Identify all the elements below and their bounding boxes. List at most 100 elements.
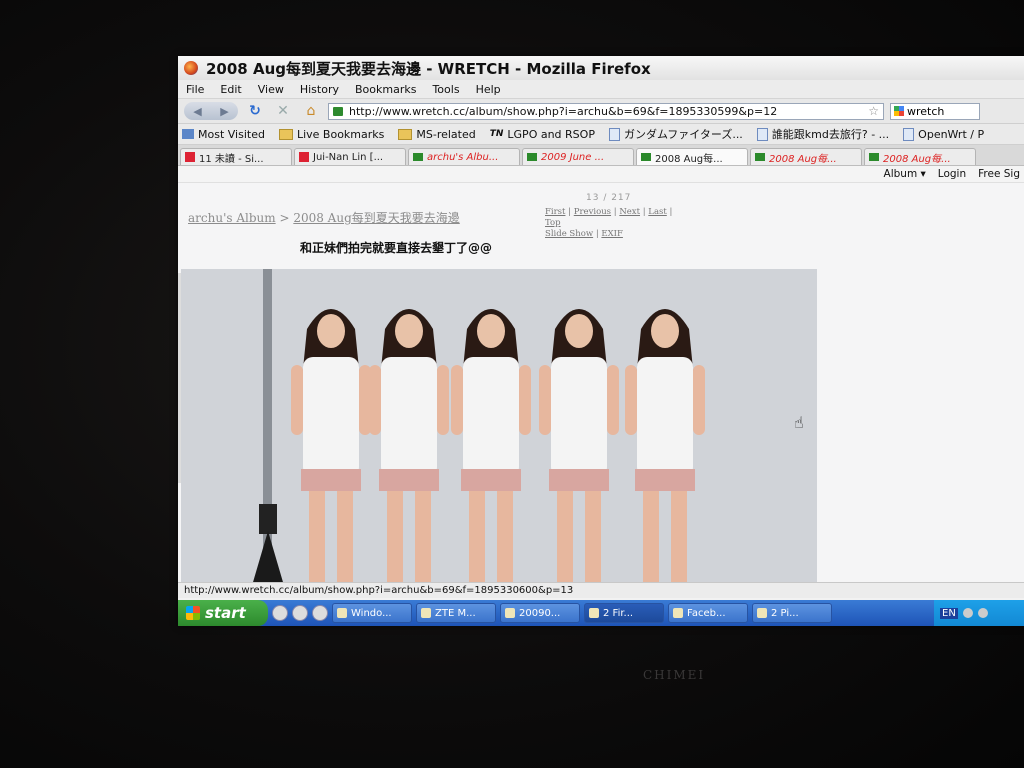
tab-favicon-icon — [299, 152, 309, 162]
tab-favicon-icon — [641, 153, 651, 161]
folder-icon — [505, 608, 515, 618]
photo-counter: 13 / 217 — [586, 193, 632, 203]
tab-label: 2008 Aug每... — [883, 153, 951, 165]
monitor-screen: 2008 Aug每到夏天我要去海邊 - WRETCH - Mozilla Fir… — [178, 56, 1024, 626]
task-firefox[interactable]: 2 Fir... — [584, 603, 664, 623]
bookmark-ms-related[interactable]: MS-related — [398, 128, 476, 141]
bookmark-lgpo[interactable]: TN LGPO and RSOP — [490, 128, 595, 141]
task-label: 2 Fir... — [603, 607, 634, 619]
pager-previous-link[interactable]: Previous — [574, 207, 611, 217]
home-icon[interactable]: ⌂ — [300, 102, 322, 120]
page-icon — [608, 127, 620, 141]
start-label: start — [205, 604, 246, 622]
photo-caption: 和正妹們拍完就要直接去墾丁了@@ — [300, 241, 493, 255]
tab-label: 2009 June ... — [541, 151, 605, 163]
search-box[interactable]: wretch — [890, 102, 980, 120]
bookmark-most-visited[interactable]: Most Visited — [182, 128, 265, 141]
menu-edit[interactable]: Edit — [220, 83, 241, 96]
breadcrumb: archu's Album > 2008 Aug每到夏天我要去海邊 — [188, 209, 460, 226]
menu-history[interactable]: History — [300, 83, 339, 96]
task-label: Windo... — [351, 607, 392, 619]
windows-logo-icon — [186, 606, 200, 620]
menu-tools[interactable]: Tools — [432, 83, 459, 96]
tab-label: archu's Albu... — [427, 151, 499, 163]
forward-arrow-icon[interactable]: ▶ — [220, 105, 228, 118]
task-facebook[interactable]: Faceb... — [668, 603, 748, 623]
login-link[interactable]: Login — [938, 168, 966, 180]
bookmark-label: 誰能跟kmd去旅行? - ... — [771, 128, 890, 141]
back-arrow-icon[interactable]: ◀ — [193, 105, 201, 118]
bookmark-live[interactable]: Live Bookmarks — [278, 127, 385, 141]
search-text: wretch — [907, 104, 945, 118]
tab-favicon-icon — [755, 153, 765, 161]
back-forward-buttons[interactable]: ◀ ▶ — [184, 102, 238, 120]
task-label: 20090... — [519, 607, 561, 619]
page-icon — [903, 127, 915, 141]
album-menu[interactable]: Album ▾ — [884, 168, 926, 180]
folder-icon — [398, 128, 413, 140]
address-bar[interactable]: http://www.wretch.cc/album/show.php?i=ar… — [328, 102, 884, 120]
bookmark-kmd[interactable]: 誰能跟kmd去旅行? - ... — [756, 126, 890, 142]
stop-icon[interactable]: ✕ — [272, 102, 294, 120]
tab-3[interactable]: archu's Albu... — [408, 148, 520, 165]
task-windows[interactable]: Windo... — [332, 603, 412, 623]
breadcrumb-album-link[interactable]: archu's Album — [188, 211, 276, 225]
quicklaunch-firefox-icon[interactable] — [312, 605, 328, 621]
breadcrumb-separator: > — [275, 211, 294, 225]
app-icon — [421, 608, 431, 618]
status-bar: http://www.wretch.cc/album/show.php?i=ar… — [178, 582, 1024, 598]
tab-favicon-icon — [185, 152, 195, 162]
tab-2[interactable]: Jui-Nan Lin [... — [294, 148, 406, 165]
bookmark-label: OpenWrt / P — [918, 127, 985, 141]
tray-volume-icon[interactable] — [977, 608, 988, 618]
windows-taskbar: start Windo... ZTE M... 20090... 2 Fir..… — [178, 600, 1024, 626]
pager-exif-link[interactable]: EXIF — [601, 229, 623, 239]
bookmark-label: ガンダムファイターズ... — [623, 128, 743, 141]
menu-file[interactable]: File — [186, 83, 204, 96]
bookmark-openwrt[interactable]: OpenWrt / P — [903, 127, 985, 141]
breadcrumb-title-link[interactable]: 2008 Aug每到夏天我要去海邊 — [293, 211, 459, 225]
menu-view[interactable]: View — [258, 83, 284, 96]
quicklaunch-chrome-icon[interactable] — [272, 605, 288, 621]
task-folder[interactable]: 20090... — [500, 603, 580, 623]
tab-6[interactable]: 2008 Aug每... — [750, 148, 862, 165]
tray-network-icon[interactable] — [962, 608, 973, 618]
task-zte[interactable]: ZTE M... — [416, 603, 496, 623]
pager-slideshow-link[interactable]: Slide Show — [545, 229, 593, 239]
menu-bookmarks[interactable]: Bookmarks — [355, 83, 416, 96]
bookmark-star-icon[interactable]: ☆ — [868, 104, 879, 118]
bookmark-label: Live Bookmarks — [296, 127, 385, 141]
reload-icon[interactable]: ↻ — [244, 102, 266, 120]
tab-label: 2008 Aug每... — [769, 153, 837, 165]
navigation-toolbar: ◀ ▶ ↻ ✕ ⌂ http://www.wretch.cc/album/sho… — [178, 99, 1024, 124]
tab-4[interactable]: 2009 June ... — [522, 148, 634, 165]
menu-help[interactable]: Help — [476, 83, 501, 96]
firefox-icon — [589, 608, 599, 618]
menu-bar: File Edit View History Bookmarks Tools H… — [178, 80, 1024, 99]
bookmark-label: Most Visited — [198, 127, 265, 141]
start-button[interactable]: start — [178, 600, 268, 626]
tab-1[interactable]: 11 未讀 - Si... — [180, 148, 292, 165]
tn-icon: TN — [489, 129, 504, 139]
system-tray: EN — [934, 600, 1024, 626]
pager-next-link[interactable]: Next — [619, 207, 640, 217]
tab-5-active[interactable]: 2008 Aug每... — [636, 148, 748, 165]
album-photo[interactable] — [181, 269, 817, 591]
pager-first-link[interactable]: First — [545, 207, 565, 217]
pager-top-link[interactable]: Top — [545, 218, 561, 228]
tab-label: 2008 Aug每... — [655, 153, 723, 165]
search-engine-icon[interactable] — [894, 106, 904, 116]
tab-bar: 11 未讀 - Si... Jui-Nan Lin [... archu's A… — [178, 145, 1024, 166]
tab-7[interactable]: 2008 Aug每... — [864, 148, 976, 165]
free-signup-link[interactable]: Free Sig — [978, 168, 1020, 180]
language-indicator[interactable]: EN — [940, 607, 958, 619]
quicklaunch-media-icon[interactable] — [292, 605, 308, 621]
chrome-icon — [673, 608, 683, 618]
bookmark-gundam[interactable]: ガンダムファイターズ... — [608, 126, 743, 142]
bookmark-label: LGPO and RSOP — [507, 127, 595, 141]
task-pidgin[interactable]: 2 Pi... — [752, 603, 832, 623]
url-text: http://www.wretch.cc/album/show.php?i=ar… — [349, 104, 778, 118]
chat-icon — [757, 608, 767, 618]
pager-last-link[interactable]: Last — [648, 207, 667, 217]
status-text: http://www.wretch.cc/album/show.php?i=ar… — [184, 585, 574, 596]
